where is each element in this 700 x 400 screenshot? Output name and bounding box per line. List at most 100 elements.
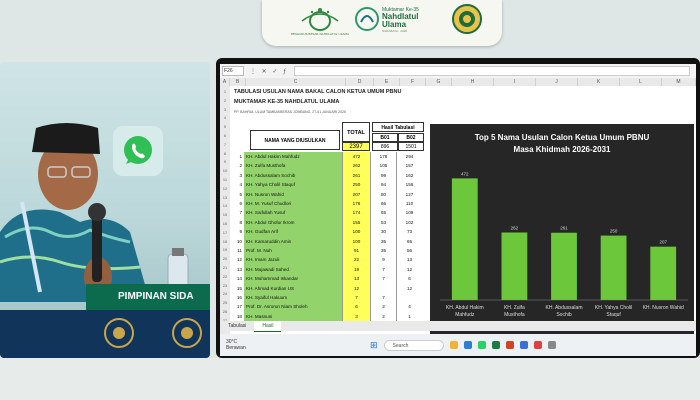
excel-icon[interactable]: [491, 341, 500, 349]
column-letter[interactable]: K: [578, 78, 620, 86]
cell-name[interactable]: KH. Gudfan Arif: [244, 227, 342, 237]
column-letter[interactable]: M: [662, 78, 696, 86]
cell-total[interactable]: 3: [342, 311, 370, 322]
formula-input[interactable]: [294, 66, 690, 76]
cell-total[interactable]: 250: [342, 180, 370, 190]
windows-start-icon[interactable]: ⊞: [370, 340, 378, 351]
column-letter[interactable]: G: [426, 78, 452, 86]
table-row[interactable]: 1 KH. Abdul Hakim Mahfudz 472 178 294: [234, 152, 426, 162]
table-row[interactable]: 4 KH. Yahya Cholil Staquf 250 94 156: [234, 180, 426, 190]
cell-name[interactable]: KH. Yahya Cholil Staquf: [244, 180, 342, 190]
cell-total[interactable]: 19: [342, 264, 370, 275]
table-row[interactable]: 9 KH. Gudfan Arif 100 30 73: [234, 227, 426, 237]
cell-b02[interactable]: 12: [396, 264, 422, 275]
cell-b02[interactable]: 127: [396, 189, 422, 199]
settings-icon[interactable]: [547, 341, 556, 349]
cell-num[interactable]: 13: [234, 265, 244, 274]
table-row[interactable]: 13 KH. Mujawadi Sahed 19 7 12: [234, 264, 426, 275]
cell-name[interactable]: KH. Mujawadi Sahed: [244, 264, 342, 275]
cell-b01[interactable]: 7: [370, 264, 396, 275]
cell-num[interactable]: 18: [234, 312, 244, 321]
cell-b02[interactable]: 110: [396, 199, 422, 209]
cell-total[interactable]: 6: [342, 302, 370, 312]
cell-total[interactable]: 12: [342, 283, 370, 293]
cell-b02[interactable]: [396, 293, 422, 303]
name-box[interactable]: F26: [222, 66, 244, 76]
cell-num[interactable]: 11: [234, 246, 244, 255]
cell-total[interactable]: 100: [342, 236, 370, 246]
cell-b02[interactable]: 13: [396, 255, 422, 265]
cell-name[interactable]: KH. Saifullah Yusuf: [244, 208, 342, 218]
cell-name[interactable]: KH. Zulfa Musthofa: [244, 161, 342, 171]
cell-b01[interactable]: 7: [370, 293, 396, 303]
table-row[interactable]: 15 KH. Ahmad Kurdian US 12 12: [234, 283, 426, 293]
cell-b01[interactable]: 30: [370, 227, 396, 237]
cell-b02[interactable]: 162: [396, 170, 422, 181]
cell-total[interactable]: 207: [342, 189, 370, 199]
cell-total[interactable]: 176: [342, 199, 370, 209]
cell-num[interactable]: 9: [234, 227, 244, 236]
chrome-icon[interactable]: [533, 341, 542, 349]
cell-b01[interactable]: 178: [370, 152, 396, 162]
cell-b01[interactable]: 65: [370, 208, 396, 218]
cell-b01[interactable]: 80: [370, 189, 396, 199]
edge-icon[interactable]: [463, 341, 472, 349]
cell-num[interactable]: 3: [234, 171, 244, 180]
column-letter[interactable]: D: [346, 78, 374, 86]
cell-b02[interactable]: 4: [396, 302, 422, 312]
cell-total[interactable]: 261: [342, 170, 370, 181]
cell-b01[interactable]: 66: [370, 199, 396, 209]
cell-num[interactable]: 10: [234, 237, 244, 246]
cell-num[interactable]: 14: [234, 274, 244, 283]
cell-num[interactable]: 5: [234, 190, 244, 199]
cell-b02[interactable]: 1: [396, 311, 422, 322]
cell-name[interactable]: KH. Abdussalam Sochib: [244, 170, 342, 181]
cell-b02[interactable]: 102: [396, 217, 422, 228]
cell-num[interactable]: 15: [234, 284, 244, 293]
table-row[interactable]: 6 KH. M. Yusuf Chudlori 176 66 110: [234, 199, 426, 209]
table-row[interactable]: 10 KH. Kamaruddin Amin 100 35 65: [234, 236, 426, 246]
cell-b02[interactable]: 156: [396, 180, 422, 190]
cell-total[interactable]: 472: [342, 152, 370, 162]
cell-name[interactable]: KH. Ahmad Kurdian US: [244, 283, 342, 293]
column-letter[interactable]: A: [220, 78, 230, 86]
cell-total[interactable]: 155: [342, 217, 370, 228]
cell-b02[interactable]: 73: [396, 227, 422, 237]
formula-icons[interactable]: ⋮ ✕ ✓ ƒ: [250, 68, 288, 75]
table-row[interactable]: 16 KH. Syaiful Hakuum 7 7: [234, 293, 426, 303]
cell-b01[interactable]: 7: [370, 274, 396, 284]
table-row[interactable]: 7 KH. Saifullah Yusuf 174 65 109: [234, 208, 426, 218]
taskbar-search[interactable]: Search: [383, 339, 444, 351]
table-row[interactable]: 3 KH. Abdussalam Sochib 261 99 162: [234, 170, 426, 181]
cell-name[interactable]: Prof. M. Nuh: [244, 246, 342, 256]
cell-num[interactable]: 17: [234, 302, 244, 311]
cell-total[interactable]: 13: [342, 274, 370, 284]
table-row[interactable]: 8 KH. Abdul Ghofur Ikrom 155 53 102: [234, 217, 426, 228]
cell-name[interactable]: KH. Muhammad Iskandar: [244, 274, 342, 284]
table-row[interactable]: 12 KH. Imam Jazuli 22 9 13: [234, 255, 426, 265]
cell-name[interactable]: KH. Nusron Wahid: [244, 189, 342, 199]
cell-name[interactable]: KH. M. Yusuf Chudlori: [244, 199, 342, 209]
cell-num[interactable]: 6: [234, 199, 244, 208]
cell-num[interactable]: 16: [234, 293, 244, 302]
table-row[interactable]: 17 Prof. Dr. Asrorun Niam Sholeh 6 2 4: [234, 302, 426, 312]
powerpoint-icon[interactable]: [505, 341, 514, 349]
cell-num[interactable]: 12: [234, 255, 244, 264]
cell-b01[interactable]: 2: [370, 302, 396, 312]
cell-total[interactable]: 7: [342, 293, 370, 303]
column-letter[interactable]: F: [400, 78, 426, 86]
whatsapp-taskbar-icon[interactable]: [477, 341, 486, 349]
word-icon[interactable]: [519, 341, 528, 349]
cell-b02[interactable]: 157: [396, 161, 422, 171]
cell-b01[interactable]: 99: [370, 170, 396, 181]
cell-total[interactable]: 174: [342, 208, 370, 218]
cell-b01[interactable]: 35: [370, 246, 396, 256]
cell-total[interactable]: 22: [342, 255, 370, 265]
cell-b01[interactable]: 2: [370, 311, 396, 322]
weather-widget[interactable]: 30°C Berawan: [226, 339, 266, 351]
table-row[interactable]: 14 KH. Muhammad Iskandar 13 7 6: [234, 274, 426, 284]
tab-hasil[interactable]: Hasil: [254, 320, 282, 332]
cell-b01[interactable]: 35: [370, 236, 396, 246]
cell-b02[interactable]: 109: [396, 208, 422, 218]
tab-tabulasi[interactable]: Tabulasi: [220, 321, 254, 331]
